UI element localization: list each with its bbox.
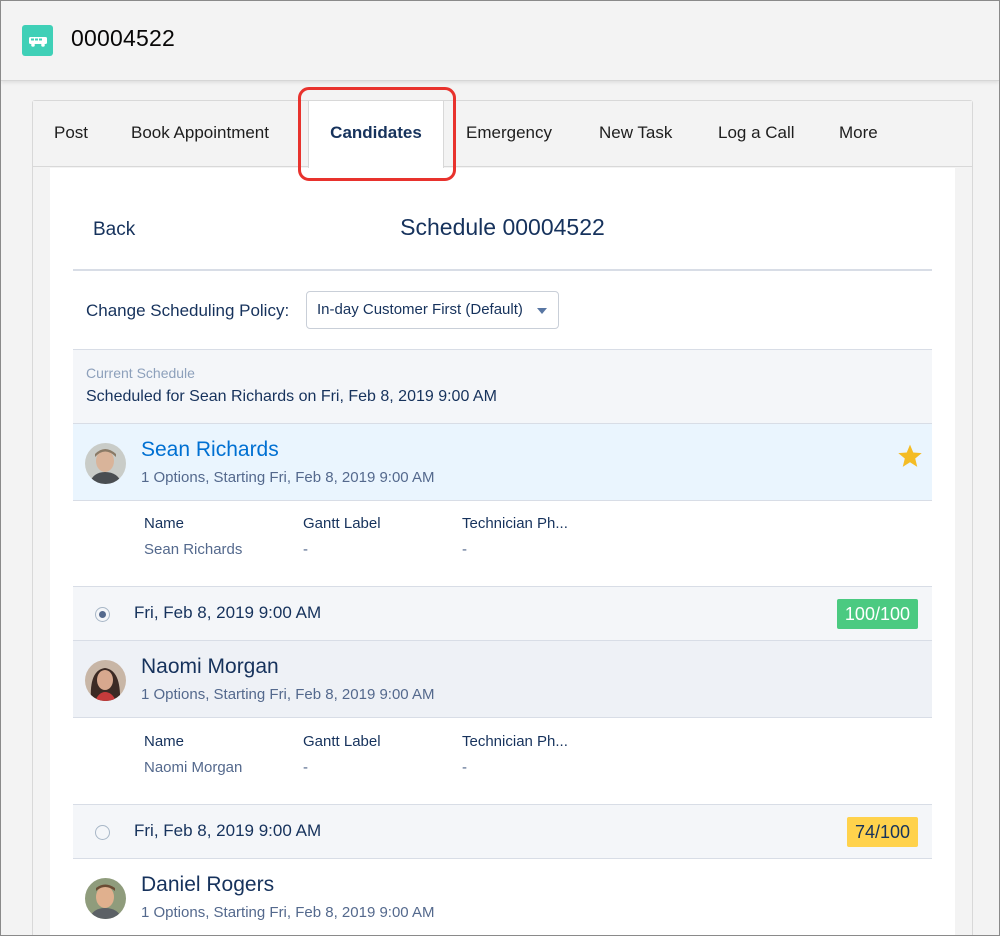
detail-name: Naomi Morgan <box>144 759 243 776</box>
detail-phone: - <box>462 759 467 776</box>
schedule-title: Schedule 00004522 <box>400 214 605 240</box>
avatar <box>85 443 126 484</box>
tab-bar: Post Book Appointment Candidates Emergen… <box>33 101 972 168</box>
grade-badge: 74/100 <box>846 817 918 847</box>
detail-name: Sean Richards <box>144 541 243 558</box>
tab-content: Back Schedule 00004522 Change Scheduling… <box>50 168 955 935</box>
slot-time: Fri, Feb 8, 2019 9:00 AM <box>134 603 322 622</box>
policy-select-value: In-day Customer First (Default) <box>317 301 523 318</box>
detail-header-name: Name <box>144 733 185 750</box>
slot-row[interactable]: Fri, Feb 8, 2019 9:00 AM 100/100 <box>73 587 932 641</box>
candidate-header[interactable]: Daniel Rogers 1 Options, Starting Fri, F… <box>73 859 932 935</box>
truck-icon <box>22 25 53 56</box>
detail-header-phone: Technician Ph... <box>462 733 568 750</box>
tab-more[interactable]: More <box>839 101 878 167</box>
detail-header-gantt: Gantt Label <box>303 515 381 532</box>
panel-header: Back Schedule 00004522 <box>73 188 932 271</box>
app-window: 00004522 Post Book Appointment Candidate… <box>0 0 1000 936</box>
tab-log-a-call[interactable]: Log a Call <box>718 101 795 167</box>
current-schedule-label: Current Schedule <box>86 365 195 381</box>
schedule-panel: Back Schedule 00004522 Change Scheduling… <box>73 188 932 935</box>
tab-emergency[interactable]: Emergency <box>466 101 552 167</box>
slot-row[interactable]: Fri, Feb 8, 2019 9:00 AM 74/100 <box>73 805 932 859</box>
record-header: 00004522 <box>1 1 999 81</box>
policy-select[interactable]: In-day Customer First (Default) <box>306 291 559 329</box>
slot-radio[interactable] <box>95 825 110 840</box>
policy-label: Change Scheduling Policy: <box>86 301 290 320</box>
avatar <box>85 878 126 919</box>
tab-book-appointment[interactable]: Book Appointment <box>131 101 269 167</box>
detail-phone: - <box>462 541 467 558</box>
tab-new-task[interactable]: New Task <box>599 101 672 167</box>
candidate-options: 1 Options, Starting Fri, Feb 8, 2019 9:0… <box>141 686 435 703</box>
candidate-name[interactable]: Sean Richards <box>141 438 279 462</box>
candidate-details: Name Gantt Label Technician Ph... Naomi … <box>73 719 932 805</box>
current-schedule-value: Scheduled for Sean Richards on Fri, Feb … <box>86 388 497 405</box>
candidate-header[interactable]: Sean Richards 1 Options, Starting Fri, F… <box>73 424 932 501</box>
detail-header-gantt: Gantt Label <box>303 733 381 750</box>
detail-header-name: Name <box>144 515 185 532</box>
detail-gantt: - <box>303 541 308 558</box>
star-icon <box>898 444 922 467</box>
candidate-name[interactable]: Naomi Morgan <box>141 655 279 679</box>
candidate-header[interactable]: Naomi Morgan 1 Options, Starting Fri, Fe… <box>73 641 932 718</box>
policy-row: Change Scheduling Policy: In-day Custome… <box>73 271 932 350</box>
candidate-name[interactable]: Daniel Rogers <box>141 873 274 897</box>
slot-radio[interactable] <box>95 607 110 622</box>
candidate-options: 1 Options, Starting Fri, Feb 8, 2019 9:0… <box>141 904 435 921</box>
record-title: 00004522 <box>71 25 175 51</box>
candidate-options: 1 Options, Starting Fri, Feb 8, 2019 9:0… <box>141 469 435 486</box>
slot-time: Fri, Feb 8, 2019 9:00 AM <box>134 821 322 840</box>
highlight-annotation <box>298 87 456 181</box>
grade-badge: 100/100 <box>836 599 918 629</box>
current-schedule: Current Schedule Scheduled for Sean Rich… <box>73 350 932 424</box>
detail-gantt: - <box>303 759 308 776</box>
avatar <box>85 660 126 701</box>
tab-post[interactable]: Post <box>54 101 88 167</box>
caret-down-icon <box>537 308 547 314</box>
candidate-details: Name Gantt Label Technician Ph... Sean R… <box>73 501 932 587</box>
detail-header-phone: Technician Ph... <box>462 515 568 532</box>
actions-card: Post Book Appointment Candidates Emergen… <box>32 87 973 935</box>
